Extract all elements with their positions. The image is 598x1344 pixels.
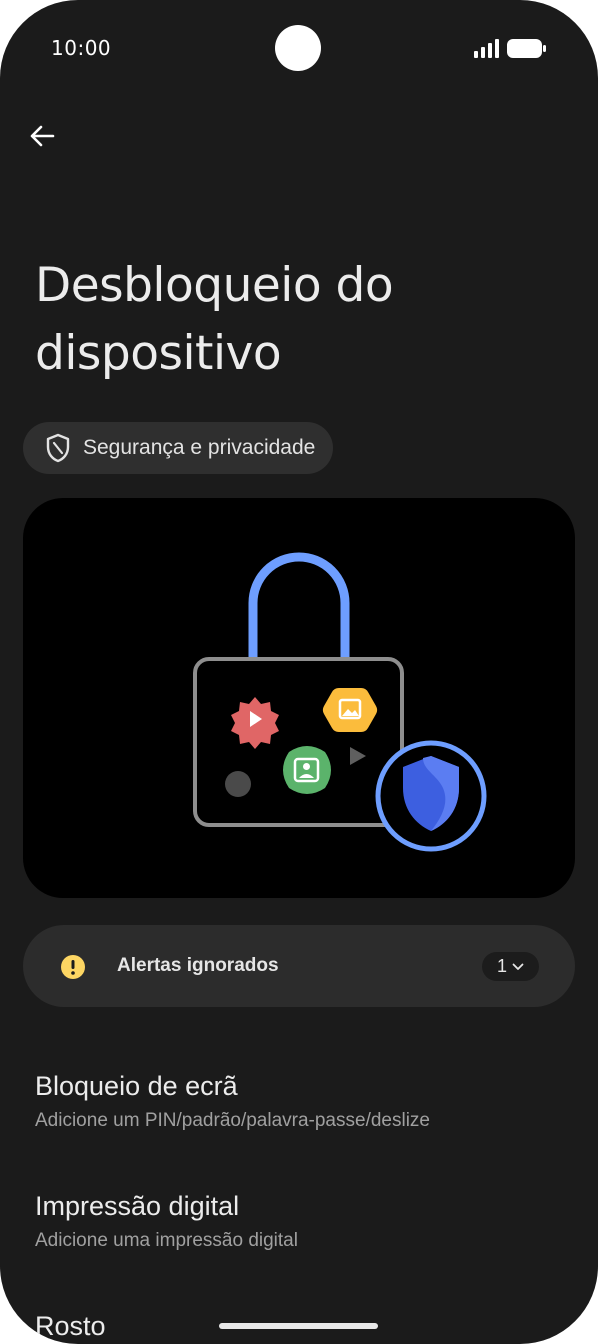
page-title: Desbloqueio do dispositivo (35, 258, 394, 381)
setting-subtitle: Adicione uma impressão digital (35, 1230, 298, 1251)
setting-screen-lock[interactable]: Bloqueio de ecrã Adicione um PIN/padrão/… (35, 1069, 575, 1132)
lock-illustration (193, 552, 487, 852)
green-contact-badge (283, 746, 331, 794)
yellow-image-badge (322, 687, 378, 733)
warning-icon (61, 955, 85, 979)
alert-count-dropdown[interactable]: 1 (482, 952, 539, 981)
signal-icon (474, 39, 499, 58)
category-chip[interactable]: Segurança e privacidade (23, 422, 334, 474)
setting-title: Bloqueio de ecrã (35, 1071, 238, 1101)
chevron-down-icon (512, 963, 524, 970)
setting-title: Impressão digital (35, 1191, 240, 1221)
camera-cutout (275, 25, 321, 71)
arrow-left-icon (30, 125, 55, 147)
setting-subtitle: Adicione um PIN/padrão/palavra-passe/des… (35, 1110, 430, 1131)
setting-fingerprint[interactable]: Impressão digital Adicione uma impressão… (35, 1189, 575, 1252)
phone-screen: 10:00 Desbloqueio do dispositivo Seguran… (0, 0, 598, 1344)
status-time: 10:00 (51, 36, 112, 60)
ignored-alerts-card[interactable]: Alertas ignorados 1 (23, 925, 575, 1007)
alert-count: 1 (496, 956, 507, 976)
chip-label: Segurança e privacidade (83, 436, 316, 459)
home-indicator[interactable] (219, 1323, 378, 1329)
shield-icon (46, 433, 70, 463)
device-unlock-illustration (23, 498, 575, 898)
back-button[interactable] (22, 116, 62, 156)
ignored-alerts-label: Alertas ignorados (117, 955, 279, 976)
battery-icon (507, 39, 546, 58)
